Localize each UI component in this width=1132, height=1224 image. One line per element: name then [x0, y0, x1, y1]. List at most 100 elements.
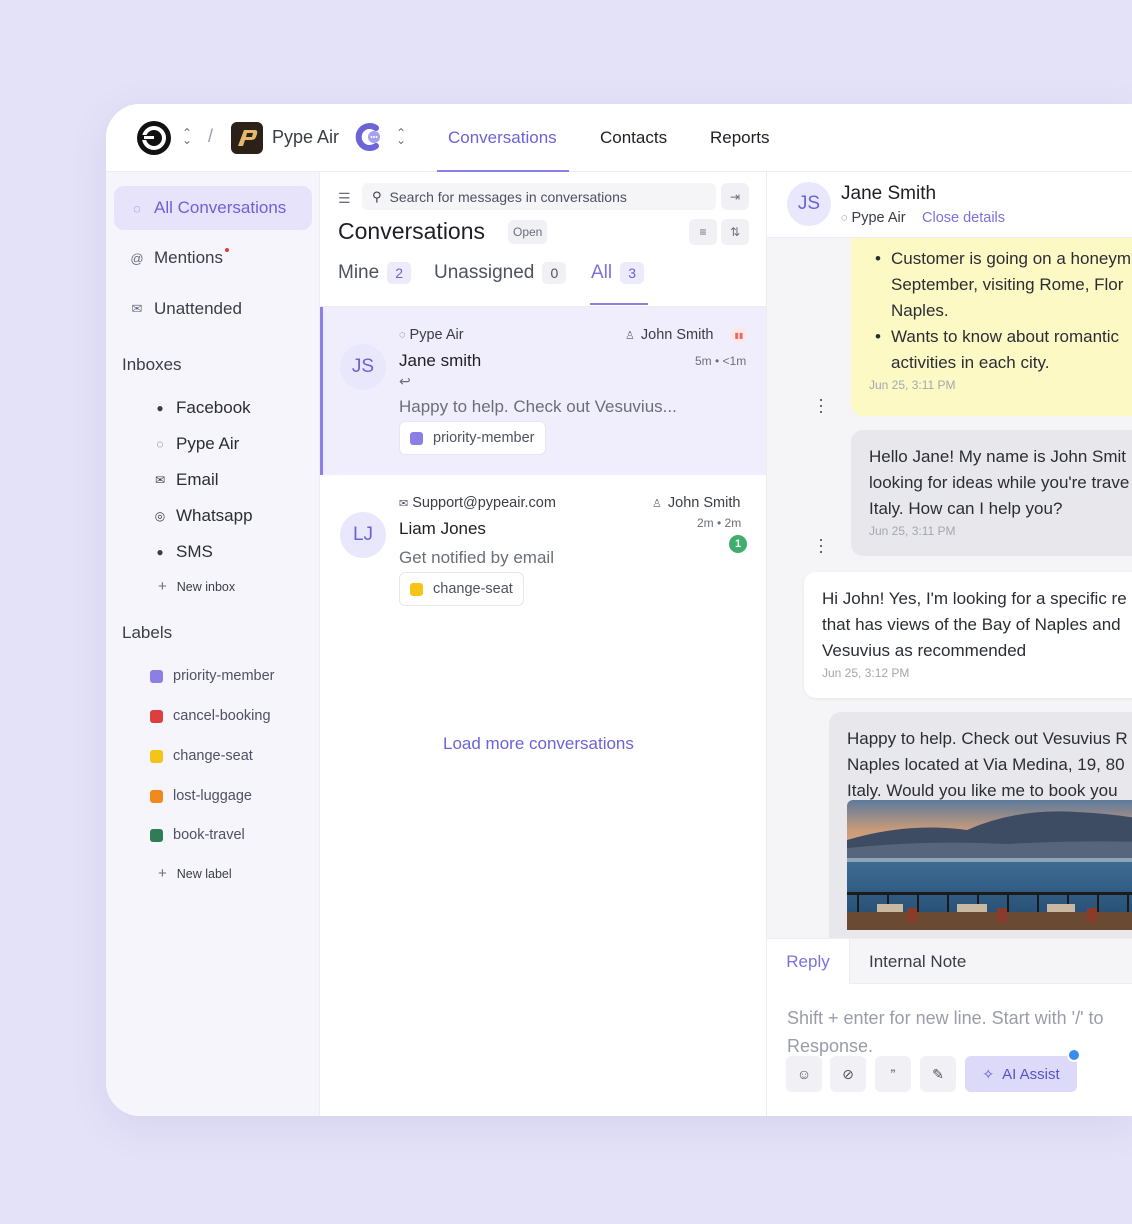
nav-conversations[interactable]: Conversations [448, 128, 557, 148]
ai-agent-icon[interactable] [354, 122, 384, 152]
sidebar-item-mentions[interactable]: @ Mentions [114, 236, 312, 280]
label-name: change-seat [173, 748, 253, 764]
filter-icon[interactable]: ≡ [689, 219, 717, 245]
inbox-name: Pype Air [409, 327, 464, 343]
sidebar-item-facebook[interactable]: ● Facebook [152, 398, 250, 418]
sidebar-label-lost-luggage[interactable]: lost-luggage [150, 788, 252, 804]
label-color-swatch [150, 669, 163, 683]
brand-name[interactable]: Pype Air [272, 127, 339, 148]
search-field[interactable]: ⚲ Search for messages in conversations [362, 183, 716, 210]
ai-assist-button[interactable]: ✧ AI Assist [965, 1056, 1077, 1092]
app-window: ⌃ ⌄ / Pype Air ⌃ ⌄ Conversations Contacts … [106, 104, 1132, 1116]
inboxes-heading: Inboxes [122, 355, 182, 374]
labels-heading: Labels [122, 623, 173, 642]
message-line: that has views of the Bay of Naples and [822, 615, 1121, 634]
label-chip[interactable]: priority-member [399, 421, 546, 455]
conversation-time: 2m • 2m [697, 516, 742, 530]
more-options-icon[interactable]: · · · [818, 530, 824, 560]
new-label-button[interactable]: + New label [158, 865, 232, 882]
tab-mine[interactable]: Mine 2 [338, 262, 412, 284]
nav-reports[interactable]: Reports [710, 128, 770, 148]
close-details-link[interactable]: Close details [922, 210, 1005, 226]
signature-icon[interactable]: ✎ [920, 1056, 956, 1092]
status-badge[interactable]: Open [508, 220, 548, 244]
whatsapp-icon: ◎ [154, 509, 166, 523]
nav-contacts[interactable]: Contacts [600, 128, 667, 148]
note-bullet: Wants to know about romantic activities … [869, 324, 1132, 376]
label-name: cancel-booking [173, 708, 271, 724]
tab-label: All [591, 262, 613, 283]
tab-all[interactable]: All 3 [591, 262, 645, 284]
label-color-swatch [150, 789, 163, 803]
label-name: priority-member [433, 430, 535, 446]
sidebar-label-cancel-booking[interactable]: cancel-booking [150, 708, 271, 724]
sidebar-item-all-conversations[interactable]: ◌ All Conversations [114, 186, 312, 230]
new-label-label: New label [176, 866, 232, 881]
assignee: ♙ John Smith [625, 327, 713, 343]
inbox-name: Support@pypeair.com [412, 495, 556, 511]
workspace-switch-chevron-icon[interactable]: ⌃ ⌄ [396, 127, 406, 146]
placeholder-line: Shift + enter for new line. Start with '… [787, 1008, 1104, 1028]
app-logo-icon[interactable] [136, 120, 172, 156]
load-more-button[interactable]: Load more conversations [443, 734, 634, 754]
sort-icon[interactable]: ⇅ [721, 219, 749, 245]
chat-icon: ◌ [156, 437, 164, 451]
user-icon: ♙ [652, 497, 662, 510]
unread-dot [224, 248, 229, 252]
search-input[interactable]: Search for messages in conversations [390, 189, 627, 205]
contact-name: Liam Jones [399, 519, 486, 538]
label-color-swatch [150, 828, 163, 842]
brand-logo-icon[interactable] [231, 122, 263, 154]
assignee: ♙ John Smith [652, 495, 740, 511]
message-line: Hi John! Yes, I'm looking for a specific… [822, 589, 1127, 608]
conversation-card[interactable]: JS ◌ Pype Air Jane smith ♙ John Smith ▮▮… [320, 307, 766, 475]
more-options-icon[interactable]: · · · [818, 390, 824, 420]
inbox-label: SMS [176, 542, 213, 561]
tab-reply[interactable]: Reply [767, 939, 850, 985]
emoji-icon[interactable]: ☺ [786, 1056, 822, 1092]
account-switch-chevron-icon[interactable]: ⌃ ⌄ [182, 127, 192, 146]
ai-assist-label: AI Assist [1002, 1065, 1060, 1083]
at-icon: @ [130, 250, 144, 266]
label-chip[interactable]: change-seat [399, 572, 524, 606]
message-timestamp: Jun 25, 3:11 PM [869, 378, 956, 392]
assignee-name: John Smith [640, 327, 714, 343]
inbox-label: Whatsapp [176, 506, 253, 525]
sidebar-item-pype-air[interactable]: ◌ Pype Air [152, 434, 239, 454]
message-preview: Get notified by email [399, 548, 554, 567]
notification-dot [1067, 1048, 1081, 1062]
sidebar-item-unattended[interactable]: ✉ Unattended [114, 287, 312, 331]
menu-icon[interactable]: ☰ [338, 190, 351, 207]
conversation-card[interactable]: LJ ✉ Support@pypeair.com Liam Jones ♙ Jo… [320, 476, 766, 644]
attached-photo[interactable] [847, 800, 1132, 930]
sidebar-item-label: All Conversations [154, 198, 287, 217]
label-name: priority-member [173, 668, 275, 684]
tab-label: Unassigned [434, 262, 535, 283]
outgoing-message: Happy to help. Check out Vesuvius R Napl… [829, 712, 1132, 952]
conversation-inbox: ◌ Pype Air [399, 327, 464, 343]
sidebar-label-priority-member[interactable]: priority-member [150, 668, 275, 684]
note-line: September, visiting Rome, Flor [891, 275, 1124, 294]
sidebar: ◌ All Conversations @ Mentions ✉ Unatten… [106, 172, 320, 1116]
label-name: change-seat [433, 581, 513, 597]
assignee-name: John Smith [667, 495, 741, 511]
sidebar-item-email[interactable]: ✉ Email [152, 470, 219, 490]
inbox-icon: ✉ [131, 301, 143, 316]
message-preview: Happy to help. Check out Vesuvius... [399, 397, 677, 416]
facebook-icon: ● [156, 401, 164, 415]
quote-icon[interactable]: ” [875, 1056, 911, 1092]
tab-internal-note[interactable]: Internal Note [869, 952, 966, 972]
message-line: Naples located at Via Medina, 19, 80 [847, 755, 1125, 774]
private-note: Customer is going on a honeym September,… [851, 238, 1132, 416]
mail-icon: ✉ [154, 473, 166, 487]
sidebar-label-book-travel[interactable]: book-travel [150, 827, 245, 843]
new-inbox-label: New inbox [176, 579, 236, 594]
new-inbox-button[interactable]: + New inbox [158, 578, 235, 595]
conversation-list-panel: ☰ ⚲ Search for messages in conversations… [320, 172, 767, 1116]
attachment-icon[interactable]: ⊘ [830, 1056, 866, 1092]
sidebar-item-whatsapp[interactable]: ◎ Whatsapp [152, 506, 253, 526]
tab-unassigned[interactable]: Unassigned 0 [434, 262, 567, 284]
collapse-panel-icon[interactable]: ⇥ [721, 183, 749, 210]
sidebar-label-change-seat[interactable]: change-seat [150, 748, 253, 764]
sidebar-item-sms[interactable]: ● SMS [152, 542, 213, 562]
